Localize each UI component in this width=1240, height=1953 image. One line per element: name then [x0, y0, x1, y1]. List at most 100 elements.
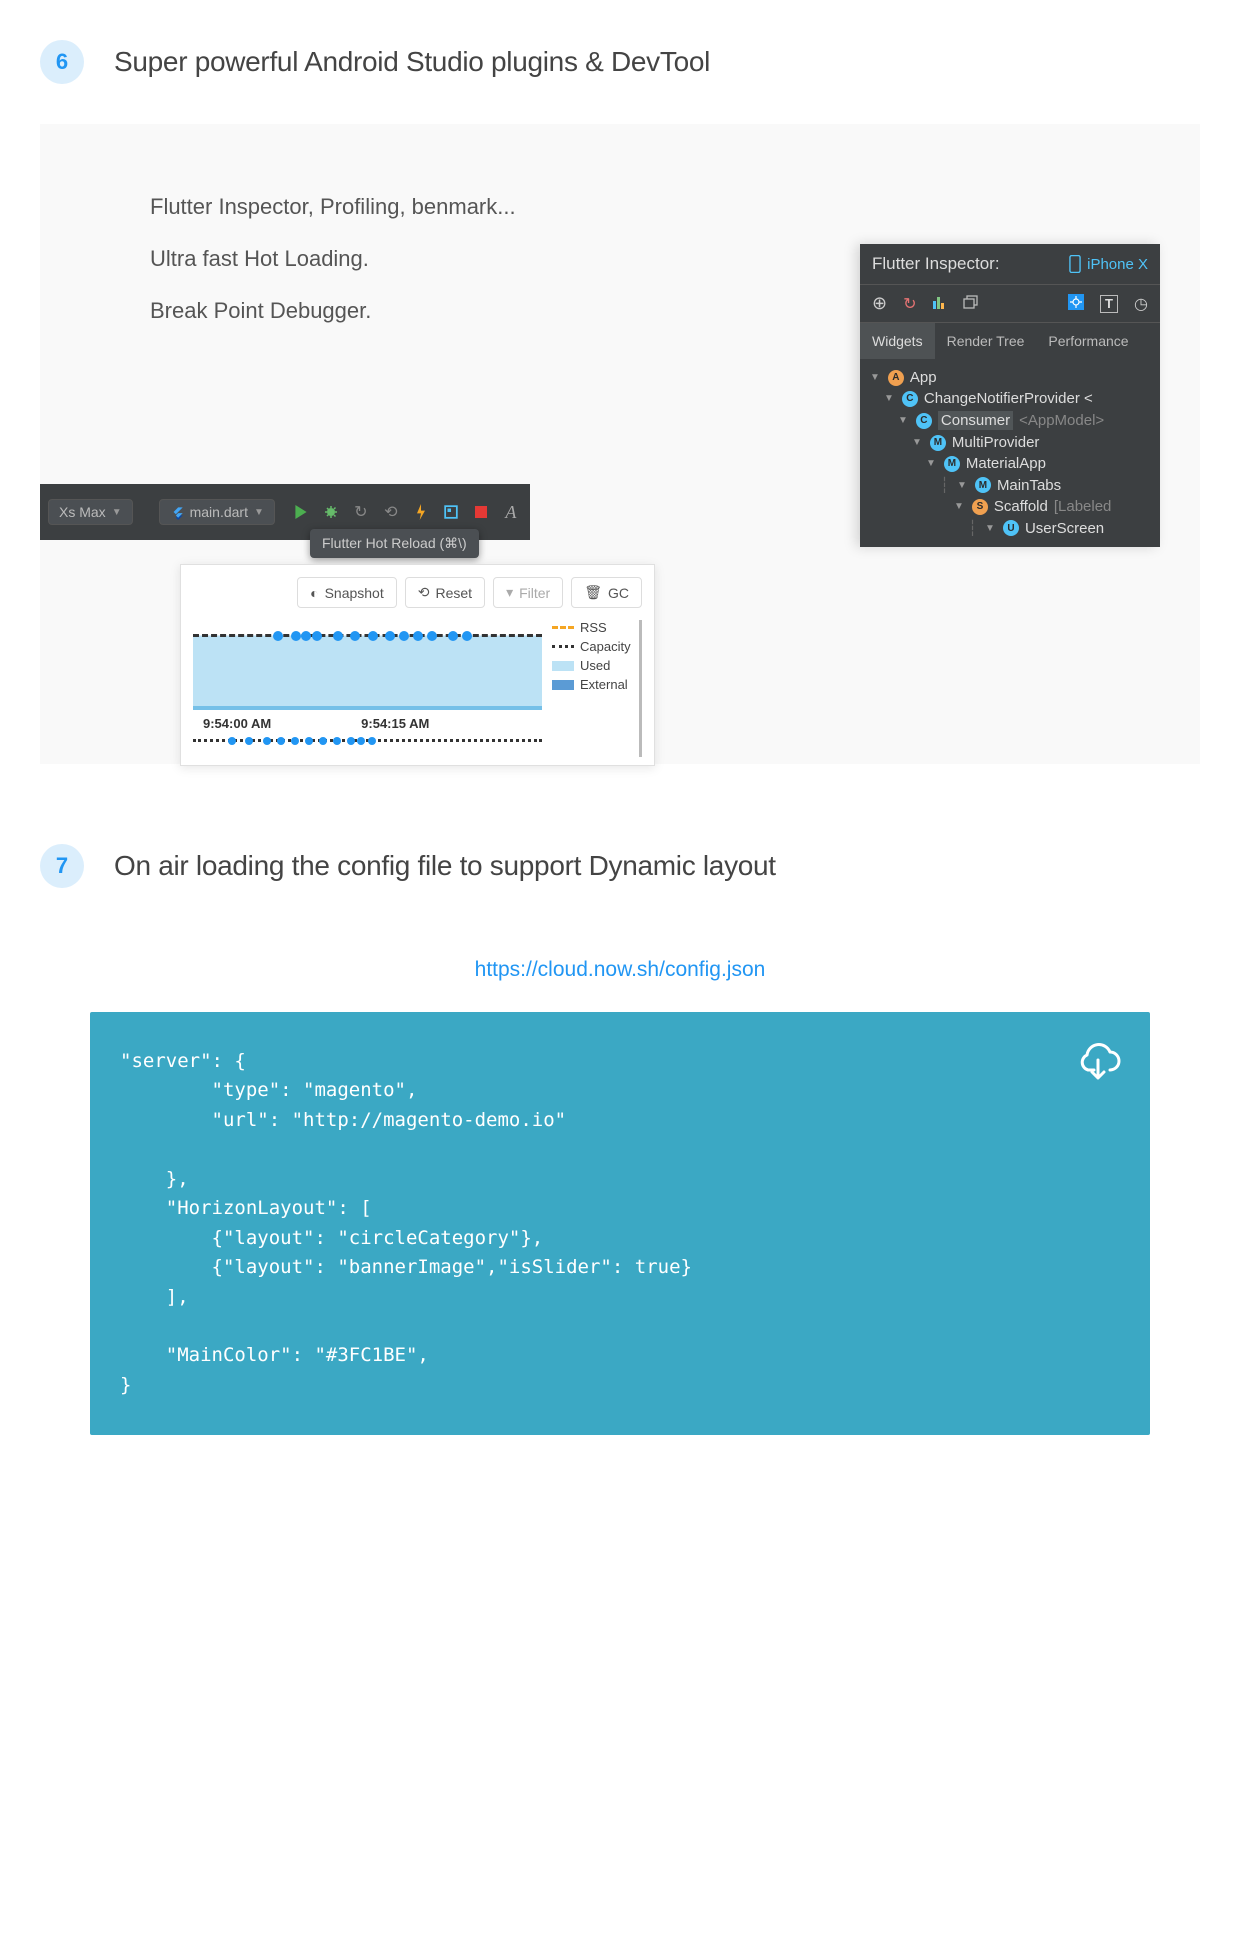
device-label: Xs Max [59, 504, 106, 520]
inspector-title: Flutter Inspector: [872, 254, 1000, 274]
bars-icon[interactable] [933, 295, 947, 313]
node-label: UserScreen [1025, 520, 1104, 537]
device-name: iPhone X [1087, 256, 1148, 273]
tree-node[interactable]: ┆▼MMainTabs [864, 474, 1156, 496]
node-badge-icon: M [975, 477, 991, 493]
reset-icon: ⟲ [418, 584, 430, 601]
tree-node[interactable]: ▼ A App [864, 367, 1156, 388]
section-header: 7 On air loading the config file to supp… [40, 844, 1200, 888]
inspector-device[interactable]: iPhone X [1069, 255, 1148, 273]
legend-rss: RSS [580, 620, 607, 635]
config-code-block: "server": { "type": "magento", "url": "h… [90, 1012, 1150, 1435]
ide-toolbar: Xs Max ▼ main.dart ▼ ↻ ⟲ A Flutter Ho [40, 484, 530, 540]
tree-node[interactable]: ▼ M MaterialApp [864, 453, 1156, 474]
memory-chart-plot [193, 620, 542, 710]
node-badge-icon: C [902, 391, 918, 407]
expand-icon[interactable]: ▼ [912, 437, 922, 448]
snapshot-icon: ◐ [310, 585, 318, 601]
snapshot-button[interactable]: ◐ Snapshot [297, 577, 397, 608]
cloud-download-icon [1074, 1040, 1122, 1093]
hot-reload-tooltip: Flutter Hot Reload (⌘\) [310, 529, 479, 558]
filter-button[interactable]: ▾Filter [493, 577, 563, 608]
tree-node[interactable]: ▼ C ChangeNotifierProvider < [864, 388, 1156, 409]
clock-icon[interactable]: ◷ [1134, 294, 1148, 314]
section-header: 6 Super powerful Android Studio plugins … [40, 40, 1200, 84]
widget-tree[interactable]: ▼ A App ▼ C ChangeNotifierProvider < ▼ C Consume… [860, 359, 1160, 547]
node-badge-icon: S [972, 499, 988, 515]
profile-icon[interactable]: ↻ [353, 504, 369, 520]
file-dropdown[interactable]: main.dart ▼ [159, 499, 275, 525]
expand-icon[interactable]: ▼ [954, 501, 964, 512]
tree-node[interactable]: ▼MMultiProvider [864, 432, 1156, 453]
node-suffix: <AppModel> [1019, 412, 1104, 429]
expand-icon[interactable]: ▼ [870, 372, 880, 383]
node-label: Scaffold [994, 498, 1048, 515]
add-icon[interactable]: ⊕ [872, 293, 887, 314]
chart-xlabel: 9:54:15 AM [361, 716, 429, 731]
reset-label: Reset [435, 585, 472, 601]
chart-scrubber[interactable] [193, 739, 542, 757]
expand-icon[interactable]: ▼ [884, 393, 894, 404]
tree-node[interactable]: ▼ S Scaffold [Labeled [864, 496, 1156, 517]
config-url-link[interactable]: https://cloud.now.sh/config.json [90, 958, 1150, 982]
debug-icon[interactable] [323, 504, 339, 520]
flutter-inspector-panel: Flutter Inspector: iPhone X ⊕ ↻ T ◷ Widg… [860, 244, 1160, 547]
node-label: App [910, 369, 937, 386]
inspector-tabs: Widgets Render Tree Performance [860, 323, 1160, 359]
snapshot-label: Snapshot [325, 585, 384, 601]
tree-node[interactable]: ▼ C Consumer <AppModel> [864, 409, 1156, 432]
filter-label: Filter [519, 585, 550, 601]
node-suffix: [Labeled [1054, 498, 1112, 515]
target-icon[interactable] [1068, 294, 1084, 314]
flutter-logo-icon [170, 504, 184, 520]
legend-external: External [580, 677, 628, 692]
section-number-badge: 7 [40, 844, 84, 888]
expand-icon[interactable]: ▼ [957, 480, 967, 491]
chevron-down-icon: ▼ [254, 507, 264, 518]
stop-icon[interactable] [473, 504, 489, 520]
hot-reload-icon[interactable] [413, 504, 429, 520]
text-overlay-icon[interactable]: T [1100, 295, 1118, 313]
section-title: On air loading the config file to suppor… [114, 850, 776, 882]
node-badge-icon: A [888, 370, 904, 386]
expand-icon[interactable]: ▼ [985, 523, 995, 534]
run-icon[interactable] [293, 504, 309, 520]
node-badge-icon: M [930, 435, 946, 451]
node-label: ChangeNotifierProvider < [924, 390, 1093, 407]
expand-icon[interactable]: ▼ [898, 415, 908, 426]
devtools-icon[interactable]: A [503, 504, 519, 520]
node-label: Consumer [938, 411, 1013, 430]
trash-icon: 🗑 [584, 584, 602, 601]
refresh-icon[interactable]: ↻ [903, 294, 916, 314]
chart-xlabel: 9:54:00 AM [203, 716, 271, 731]
file-label: main.dart [190, 504, 248, 520]
tab-performance[interactable]: Performance [1036, 323, 1140, 359]
section-title: Super powerful Android Studio plugins & … [114, 46, 710, 78]
gc-button[interactable]: 🗑 GC [571, 577, 642, 608]
config-code-text: "server": { "type": "magento", "url": "h… [120, 1050, 692, 1396]
chevron-down-icon: ▼ [112, 507, 122, 518]
device-dropdown[interactable]: Xs Max ▼ [48, 499, 133, 525]
section-number-badge: 6 [40, 40, 84, 84]
feature-item: Flutter Inspector, Profiling, benmark... [150, 194, 1150, 220]
legend-capacity: Capacity [580, 639, 631, 654]
inspector-icon[interactable] [443, 504, 459, 520]
section-7: 7 On air loading the config file to supp… [0, 804, 1240, 1505]
reset-button[interactable]: ⟲ Reset [405, 577, 485, 608]
node-label: MaterialApp [966, 455, 1046, 472]
chart-legend: RSS Capacity Used External [552, 620, 642, 757]
section-6: 6 Super powerful Android Studio plugins … [0, 0, 1240, 804]
tree-node[interactable]: ┆▼UUserScreen [864, 517, 1156, 539]
expand-icon[interactable]: ▼ [926, 458, 936, 469]
tab-widgets[interactable]: Widgets [860, 323, 935, 359]
gc-label: GC [608, 585, 629, 601]
node-badge-icon: U [1003, 520, 1019, 536]
node-badge-icon: C [916, 413, 932, 429]
layers-icon[interactable] [963, 295, 979, 313]
phone-icon [1069, 255, 1081, 273]
node-label: MainTabs [997, 477, 1061, 494]
memory-chart-panel: ◐Snapshot ⟲Reset ▾Filter 🗑GC 9:54:00 AM … [180, 564, 655, 766]
node-badge-icon: M [944, 456, 960, 472]
attach-icon[interactable]: ⟲ [383, 504, 399, 520]
tab-render-tree[interactable]: Render Tree [935, 323, 1037, 359]
